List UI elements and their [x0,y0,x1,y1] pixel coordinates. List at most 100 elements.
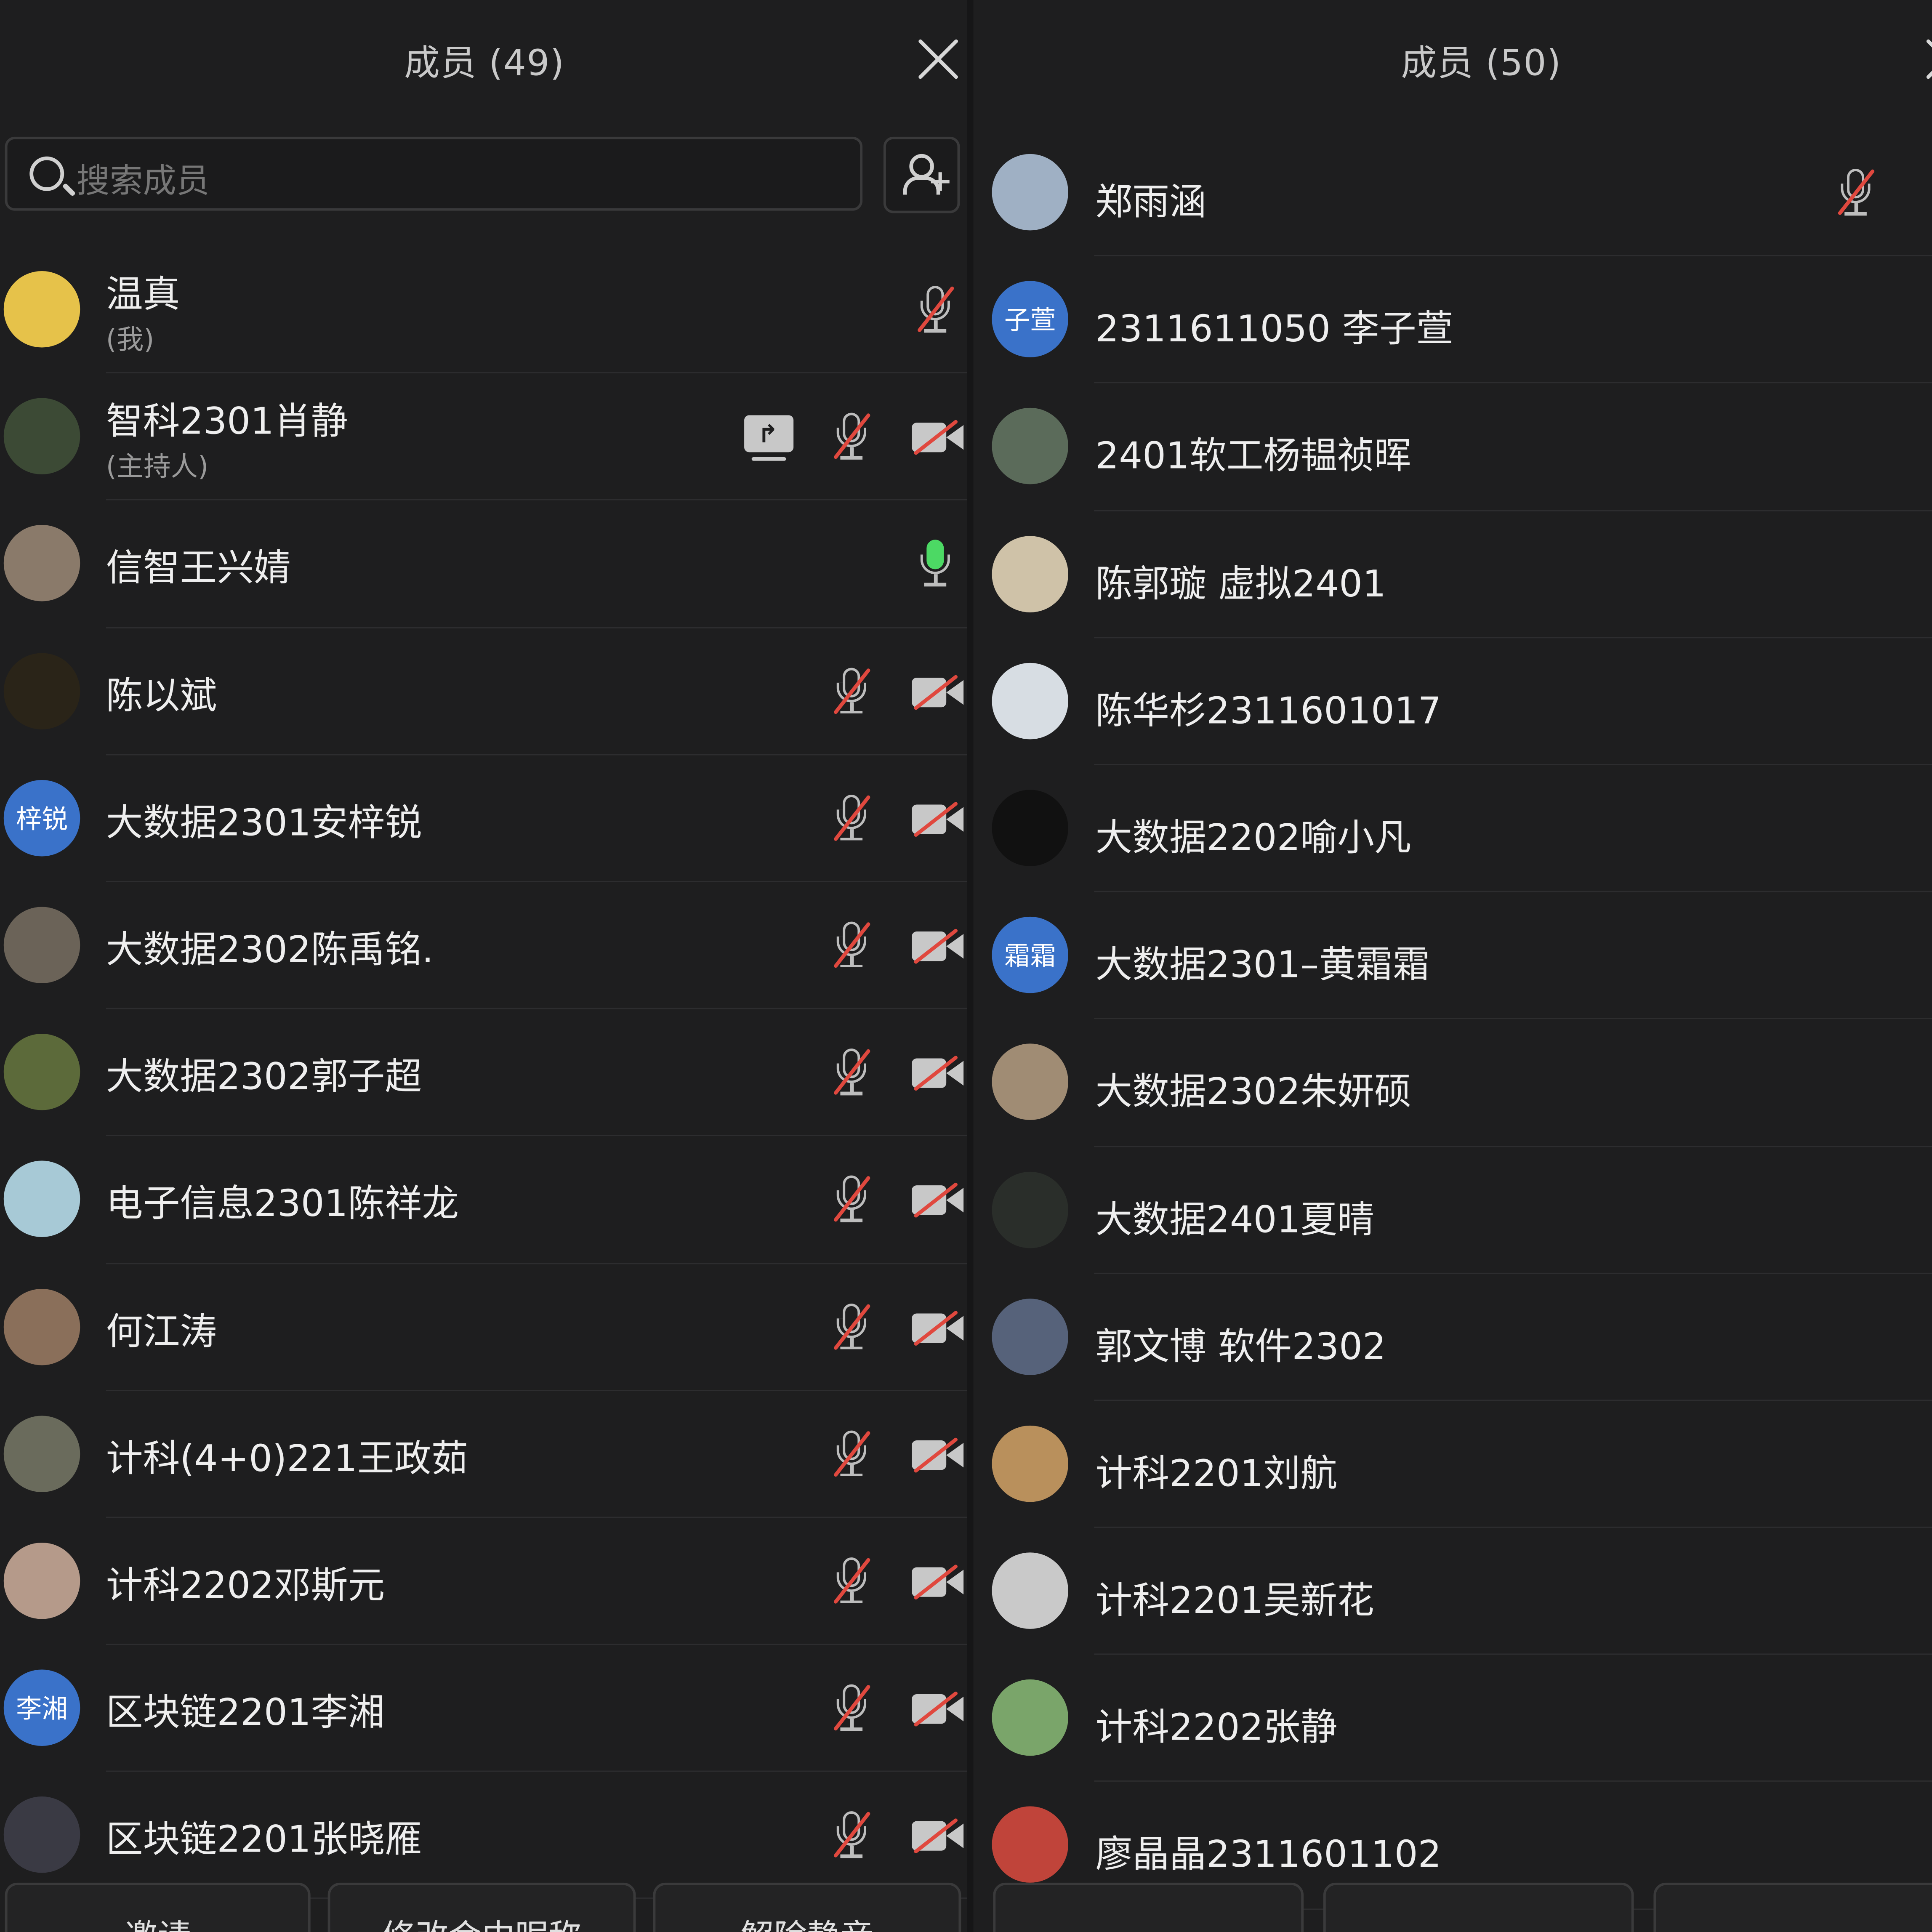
unmute-button[interactable] [1653,1882,1932,1932]
avatar [3,1034,80,1110]
member-row[interactable]: 温真 (我) [0,246,974,374]
member-row[interactable]: 李湘 区块链2201李湘 [0,1645,974,1772]
avatar [992,1171,1068,1248]
member-name: 计科2201吴新花 [1095,1579,1374,1623]
member-name: 大数据2401夏晴 [1095,1198,1374,1242]
mic-muted-icon[interactable] [828,1301,877,1355]
mic-icon[interactable] [912,538,961,592]
member-row[interactable]: 郑雨涵 [974,129,1932,257]
member-row[interactable]: 陈华杉2311601017 [974,638,1932,766]
search-placeholder: 搜索成员 [76,162,210,201]
member-name: 何江涛 [106,1310,217,1354]
mic-muted-icon[interactable] [828,1809,877,1863]
avatar: 子萱 [992,281,1068,358]
member-row[interactable]: 梓锐 大数据2301安梓锐 [0,755,974,883]
member-row[interactable]: 大数据2302陈禹铭. [0,882,974,1010]
avatar [992,154,1068,231]
mic-muted-icon[interactable] [912,283,961,338]
member-name: 大数据2202喻小凡 [1095,817,1411,860]
search-input[interactable]: 搜索成员 [5,136,863,211]
mic-muted-icon[interactable] [828,1428,877,1482]
mic-muted-icon[interactable] [828,1682,877,1736]
member-name: 大数据2301–黄霜霜 [1095,944,1430,987]
member-name: 计科2202张静 [1095,1707,1338,1750]
member-row[interactable]: 郭文博 软件2302 [974,1274,1932,1401]
member-name: 区块链2201张晓雁 [106,1819,422,1862]
rename-button[interactable]: 修改会中昵称 [327,1882,636,1932]
screen-share-icon[interactable]: ↱ [744,415,794,465]
camera-off-icon[interactable] [912,1308,966,1347]
avatar [3,907,80,983]
invite-button[interactable]: 邀请 [5,1882,311,1932]
rename-button[interactable] [1323,1882,1634,1932]
avatar [3,1542,80,1619]
panel-title: 成员 (49) [404,42,565,84]
unmute-button[interactable]: 解除静音 [653,1882,961,1932]
camera-off-icon[interactable] [912,672,966,712]
avatar [3,525,80,602]
mic-muted-icon[interactable] [828,1174,877,1228]
mic-muted-icon[interactable] [828,792,877,846]
camera-off-icon[interactable] [912,1690,966,1729]
mic-muted-icon[interactable] [828,1555,877,1609]
member-name: 温真 [106,273,180,317]
member-row[interactable]: 计科(4+0)221王政茹 [0,1391,974,1518]
mic-muted-icon[interactable] [1832,166,1881,221]
close-icon[interactable] [914,35,963,84]
camera-off-icon[interactable] [912,1054,966,1093]
screen: 成员 (49) 搜索成员 + 温真 (我) 智科2301肖静 (主持人) ↱ 信智王兴婧陈… [0,0,1932,1932]
avatar: 李湘 [3,1669,80,1746]
avatar: 梓锐 [3,780,80,856]
member-row[interactable]: 何江涛 [0,1264,974,1391]
avatar [992,1298,1068,1375]
member-row[interactable]: 大数据2401夏晴 [974,1147,1932,1274]
avatar [3,271,80,348]
member-name: 大数据2301安梓锐 [106,801,422,845]
member-name: 陈郭璇 虚拟2401 [1095,562,1386,606]
member-row[interactable]: 大数据2302郭子超 [0,1009,974,1137]
member-row[interactable]: 大数据2302朱妍硕 [974,1019,1932,1147]
avatar [992,1044,1068,1120]
member-name: 电子信息2301陈祥龙 [106,1183,459,1227]
add-member-button[interactable]: + [883,136,960,213]
avatar: 霜霜 [992,917,1068,993]
camera-off-icon[interactable] [912,1181,966,1220]
member-row[interactable]: 陈郭璇 虚拟2401 [974,511,1932,639]
mic-muted-icon[interactable] [828,665,877,719]
camera-off-icon[interactable] [912,1435,966,1474]
member-row[interactable]: 计科2202张静 [974,1655,1932,1783]
camera-off-icon[interactable] [912,1817,966,1856]
avatar [3,1796,80,1873]
camera-off-icon[interactable] [912,926,966,966]
camera-off-icon[interactable] [912,799,966,839]
member-name: 计科2201刘航 [1095,1452,1338,1496]
mic-muted-icon[interactable] [828,410,877,465]
avatar [992,663,1068,739]
avatar [992,535,1068,612]
camera-off-icon[interactable] [912,1562,966,1602]
member-row[interactable]: 2401软工杨韫祯晖 [974,383,1932,511]
mic-muted-icon[interactable] [828,919,877,974]
member-row[interactable]: 智科2301肖静 (主持人) ↱ [0,374,974,501]
close-icon[interactable] [1922,35,1932,84]
member-row[interactable]: 子萱 2311611050 李子萱 [974,256,1932,384]
member-row[interactable]: 大数据2202喻小凡 [974,765,1932,893]
member-row[interactable]: 电子信息2301陈祥龙 [0,1136,974,1264]
avatar [992,1425,1068,1502]
member-row[interactable]: 霜霜 大数据2301–黄霜霜 [974,892,1932,1020]
member-name: 2311611050 李子萱 [1095,308,1453,351]
member-row[interactable]: 计科2202邓斯元 [0,1518,974,1645]
member-row[interactable]: 信智王兴婧 [0,501,974,628]
member-name: 陈华杉2311601017 [1095,689,1442,733]
mic-muted-icon[interactable] [828,1046,877,1101]
avatar [992,1679,1068,1756]
member-row[interactable]: 陈以斌 [0,628,974,756]
member-role: (我) [106,325,154,356]
member-row[interactable]: 区块链2201张晓雁 [0,1772,974,1900]
invite-button[interactable] [993,1882,1304,1932]
member-row[interactable]: 计科2201吴新花 [974,1528,1932,1655]
member-name: 计科2202邓斯元 [106,1565,385,1608]
avatar [3,398,80,475]
member-row[interactable]: 计科2201刘航 [974,1401,1932,1528]
camera-off-icon[interactable] [912,418,966,458]
